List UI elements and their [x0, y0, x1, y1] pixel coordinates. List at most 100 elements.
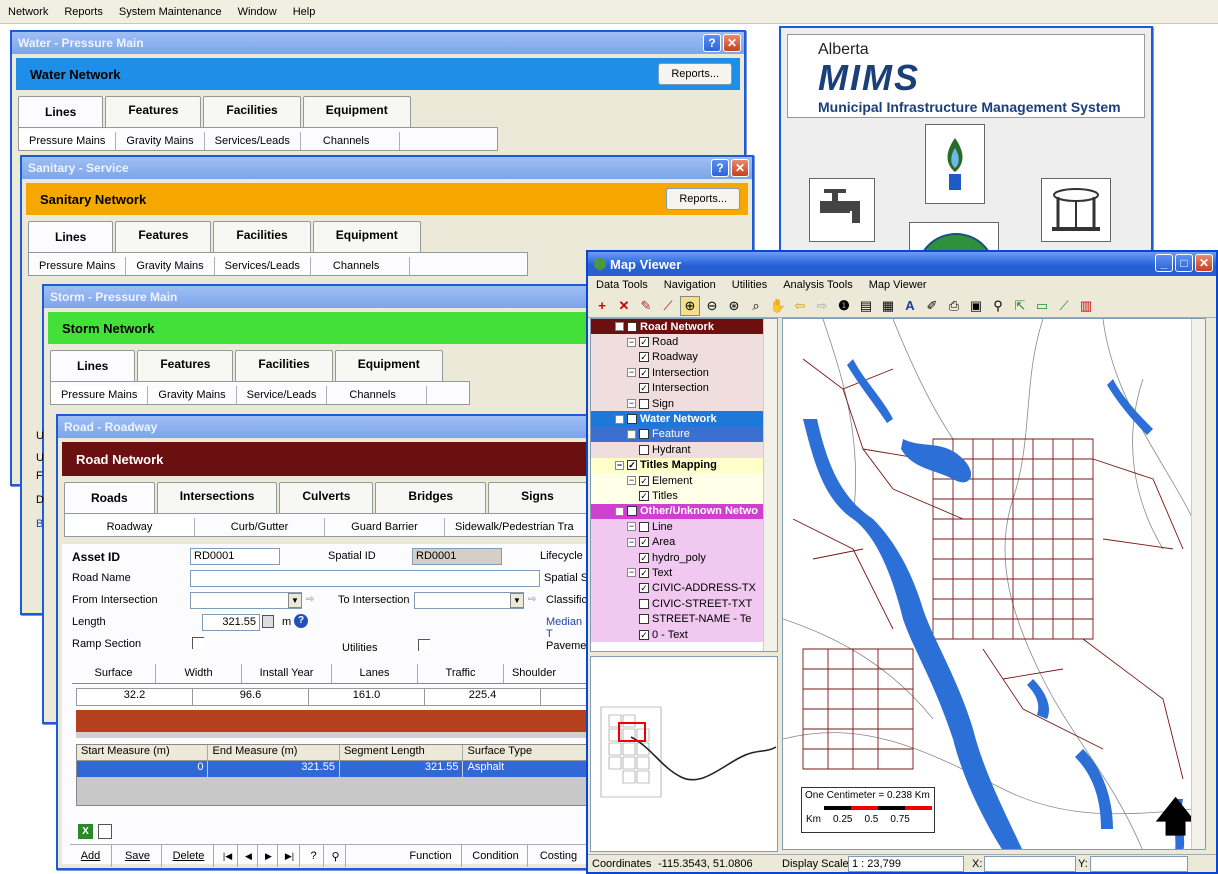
layer-checkbox[interactable]: [639, 521, 649, 532]
water-titlebar[interactable]: Water - Pressure Main ? ✕: [12, 32, 744, 54]
layer-checkbox[interactable]: ✓: [639, 352, 649, 363]
segment-tab-traffic[interactable]: Traffic: [418, 664, 504, 683]
layer-row[interactable]: CIVIC-STREET-TXT: [591, 596, 765, 612]
expand-toggle-icon[interactable]: −: [627, 368, 636, 378]
tab-lines[interactable]: Lines: [28, 221, 114, 252]
menu-navigation[interactable]: Navigation: [656, 279, 724, 291]
tab-intersections[interactable]: Intersections: [156, 482, 278, 513]
menu-utilities[interactable]: Utilities: [724, 279, 775, 291]
tab-facilities[interactable]: Facilities: [235, 350, 333, 381]
tab-facilities[interactable]: Facilities: [203, 96, 301, 127]
goto-arrow-icon[interactable]: ⇨: [528, 594, 536, 605]
y-coordinate-input[interactable]: [1090, 856, 1188, 872]
layer-row[interactable]: ✓ hydro_poly: [591, 549, 765, 566]
subtab-curb-gutter[interactable]: Curb/Gutter: [195, 518, 325, 536]
segment-tab-surface[interactable]: Surface: [72, 664, 156, 683]
menu-network[interactable]: Network: [0, 6, 56, 18]
save-map-icon[interactable]: ▣: [966, 296, 986, 316]
subtab-gravity-mains[interactable]: Gravity Mains: [148, 386, 237, 404]
maximize-icon[interactable]: □: [1175, 254, 1193, 272]
menu-data-tools[interactable]: Data Tools: [588, 279, 656, 291]
layer-checkbox[interactable]: ✓: [639, 490, 649, 501]
menu-reports[interactable]: Reports: [56, 6, 111, 18]
prev-record-icon[interactable]: ◀: [240, 845, 258, 867]
line-tool-icon[interactable]: ⟋: [658, 296, 678, 316]
add-button[interactable]: Add: [70, 845, 112, 867]
excel-export-icon[interactable]: X: [78, 824, 93, 839]
tab-equipment[interactable]: Equipment: [302, 96, 411, 127]
surface-segment-bar[interactable]: [76, 710, 590, 732]
edit-feature-icon[interactable]: ✎: [636, 296, 656, 316]
expand-toggle-icon[interactable]: −: [615, 506, 624, 516]
tab-equipment[interactable]: Equipment: [334, 350, 443, 381]
road-titlebar[interactable]: Road - Roadway: [58, 416, 594, 438]
zoom-full-icon[interactable]: ⊛: [724, 296, 744, 316]
subtab-services-leads[interactable]: Services/Leads: [205, 132, 301, 150]
grid-header[interactable]: Segment Length: [340, 745, 464, 760]
layer-row[interactable]: − Line: [591, 519, 765, 535]
subtab-gravity-mains[interactable]: Gravity Mains: [126, 257, 215, 275]
tab-features[interactable]: Features: [115, 221, 212, 252]
next-record-icon[interactable]: ▶: [260, 845, 278, 867]
zoom-out-icon[interactable]: ⊖: [702, 296, 722, 316]
function-button[interactable]: Function: [400, 845, 462, 867]
binoculars-icon[interactable]: ⚲: [326, 845, 346, 867]
asset-id-field[interactable]: RD0001: [190, 548, 280, 565]
last-record-icon[interactable]: ▶|: [280, 845, 300, 867]
layer-checkbox[interactable]: [639, 598, 649, 609]
expand-toggle-icon[interactable]: −: [615, 460, 624, 470]
layer-row[interactable]: ✓ CIVIC-ADDRESS-TX: [591, 580, 765, 597]
layer-checkbox[interactable]: ✓: [639, 337, 649, 348]
water-faucet-icon[interactable]: [809, 178, 875, 242]
expand-toggle-icon[interactable]: −: [615, 414, 624, 424]
layer-checkbox[interactable]: [639, 444, 649, 455]
subtab-pressure-mains[interactable]: Pressure Mains: [51, 386, 149, 404]
layer-checkbox[interactable]: [639, 398, 649, 409]
map-viewer-titlebar[interactable]: Map Viewer _ □ ✕: [588, 252, 1216, 276]
minimize-icon[interactable]: _: [1155, 254, 1173, 272]
layer-tree-scrollbar[interactable]: [763, 319, 777, 651]
document-icon[interactable]: [98, 824, 112, 839]
subtab-sidewalk[interactable]: Sidewalk/Pedestrian Tra: [445, 518, 584, 536]
subtab-pressure-mains[interactable]: Pressure Mains: [19, 132, 117, 150]
select-icon[interactable]: ⇱: [1010, 296, 1030, 316]
layer-checkbox[interactable]: ✓: [639, 567, 649, 578]
subtab-guard-barrier[interactable]: Guard Barrier: [325, 518, 445, 536]
layer-checkbox[interactable]: ✓: [627, 506, 637, 517]
help-icon[interactable]: ?: [703, 34, 721, 52]
tab-culverts[interactable]: Culverts: [279, 482, 374, 513]
measure-icon[interactable]: ⟋: [1054, 296, 1074, 316]
layer-checkbox[interactable]: ✓: [639, 583, 649, 594]
tab-signs[interactable]: Signs: [488, 482, 587, 513]
close-icon[interactable]: ✕: [731, 159, 749, 177]
layer-row[interactable]: − ✓ Intersection: [591, 365, 765, 381]
sanitary-titlebar[interactable]: Sanitary - Service ? ✕: [22, 157, 752, 179]
layer-checkbox[interactable]: ✓: [639, 629, 649, 640]
subtab-roadway[interactable]: Roadway: [65, 518, 195, 536]
condition-button[interactable]: Condition: [464, 845, 528, 867]
save-button[interactable]: Save: [114, 845, 162, 867]
edit-notes-icon[interactable]: ✐: [922, 296, 942, 316]
subtab-channels[interactable]: Channels: [311, 257, 411, 275]
binoculars-icon[interactable]: ⚲: [988, 296, 1008, 316]
map-canvas[interactable]: One Centimeter = 0.238 Km Km 0.25 0.5 0.…: [782, 318, 1206, 850]
layer-checkbox[interactable]: ✓: [639, 367, 649, 378]
next-extent-icon[interactable]: ⇨: [812, 296, 832, 316]
layer-row[interactable]: ✓ Intersection: [591, 380, 765, 396]
menu-system-maintenance[interactable]: System Maintenance: [111, 6, 230, 18]
segment-tab-lanes[interactable]: Lanes: [332, 664, 418, 683]
subtab-channels[interactable]: Channels: [301, 132, 401, 150]
to-intersection-select[interactable]: [414, 592, 524, 609]
menu-help[interactable]: Help: [285, 6, 324, 18]
expand-toggle-icon[interactable]: −: [627, 429, 636, 439]
layer-row[interactable]: − ✓ Text: [591, 565, 765, 581]
utilities-checkbox[interactable]: [418, 639, 430, 651]
text-tool-icon[interactable]: A: [900, 296, 920, 316]
delete-feature-icon[interactable]: ✕: [614, 296, 634, 316]
subtab-pressure-mains[interactable]: Pressure Mains: [29, 257, 127, 275]
menu-map-viewer[interactable]: Map Viewer: [861, 279, 935, 291]
layer-checkbox[interactable]: ✓: [639, 383, 649, 394]
layer-group-row[interactable]: − ✓ Titles Mapping: [591, 457, 765, 473]
expand-toggle-icon[interactable]: −: [627, 399, 636, 409]
layer-row[interactable]: ✓ 0 - Text: [591, 626, 765, 643]
